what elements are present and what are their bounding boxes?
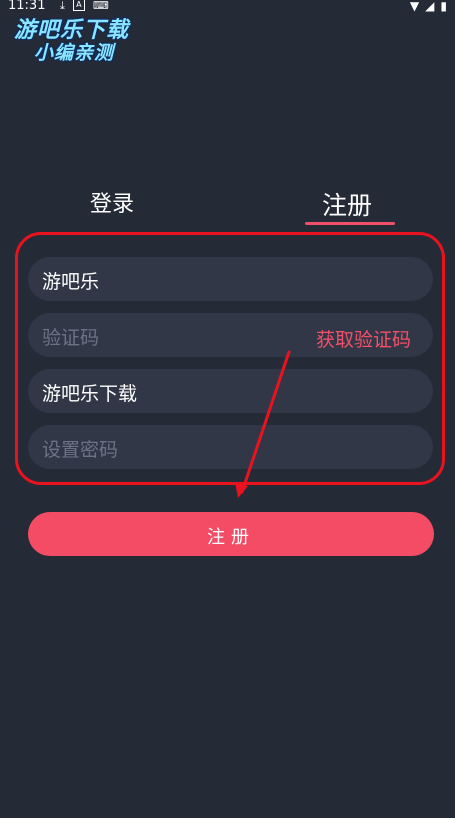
annotation-arrow bbox=[235, 350, 291, 498]
